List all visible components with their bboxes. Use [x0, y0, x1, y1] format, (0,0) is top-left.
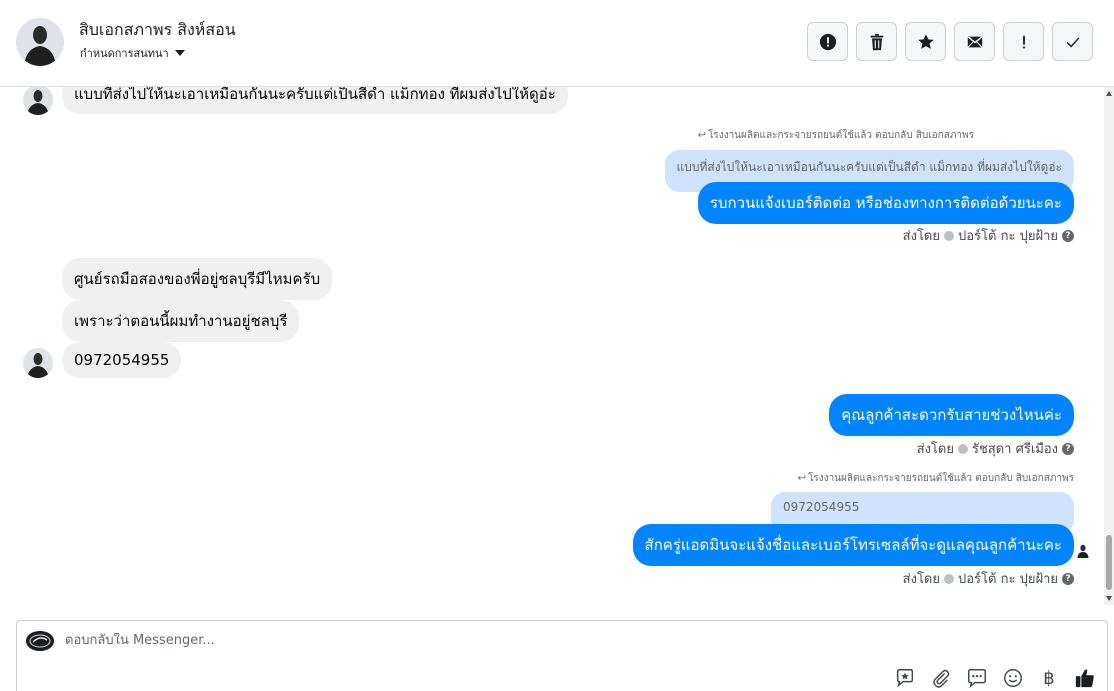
star-icon [917, 33, 934, 49]
quoted-text: 0972054955 [783, 500, 860, 514]
star-button[interactable] [905, 22, 946, 61]
sent-by: ส่งโดย ปอร์โต้ กะ ปุยฝ้าย ? [903, 225, 1074, 246]
reply-arrow-icon: ↩ [797, 473, 807, 484]
agent-name[interactable]: ปอร์โต้ กะ ปุยฝ้าย [958, 225, 1058, 246]
baht-icon: ฿ [1043, 667, 1055, 689]
incoming-message[interactable]: 0972054955 [62, 342, 182, 378]
saved-reply-icon [968, 669, 986, 689]
sent-by-label: ส่งโดย [916, 442, 954, 457]
attachment-icon [933, 669, 950, 688]
message-text: สักครู่แอดมินจะแจ้งชื่อและเบอร์โทรเซลล์ท… [644, 536, 1062, 554]
message-text: ศูนย์รถมือสองของพี่อยู่ชลบุรีมีไหมครับ [74, 270, 321, 288]
header-actions [807, 22, 1093, 61]
composer-tools: ฿ [893, 666, 1097, 690]
sent-by-label: ส่งโดย [902, 229, 940, 244]
like-icon [1075, 669, 1094, 688]
incoming-message[interactable]: เพราะว่าตอนนี้ผมทำงานอยู่ชลบุรี [62, 300, 300, 342]
scroll-down-arrow-icon[interactable] [1106, 596, 1112, 601]
agent-avatar-icon [944, 573, 954, 584]
alert-circle-icon [819, 33, 836, 50]
contact-avatar[interactable] [16, 18, 64, 66]
message-thread[interactable]: แบบที่ส่งไปให้นะเอาเหมือนกันนะครับแต่เป็… [0, 87, 1104, 605]
contact-avatar-small [23, 348, 53, 378]
help-icon[interactable]: ? [1062, 229, 1074, 242]
scroll-up-arrow-icon[interactable] [1106, 91, 1112, 96]
message-text: แบบที่ส่งไปให้นะเอาเหมือนกันนะครับแต่เป็… [74, 87, 556, 103]
check-icon [1066, 36, 1079, 48]
trash-icon [870, 33, 883, 50]
seen-avatar-icon [1077, 544, 1089, 558]
agent-name[interactable]: ปอร์โต้ กะ ปุยฝ้าย [958, 568, 1058, 589]
reply-input[interactable] [65, 633, 865, 648]
outgoing-message[interactable]: คุณลูกค้าสะดวกรับสายช่วงไหนค่ะ [829, 394, 1074, 436]
agent-avatar-icon [944, 230, 954, 241]
delete-button[interactable] [856, 22, 897, 61]
help-icon[interactable]: ? [1062, 572, 1074, 585]
sent-by: ส่งโดย รัชสุดา ศรีเมือง ? [917, 438, 1074, 459]
contact-name: สิบเอกสภาพร สิงห์สอน [79, 20, 236, 39]
incoming-message[interactable]: แบบที่ส่งไปให้นะเอาเหมือนกันนะครับแต่เป็… [62, 87, 568, 114]
page-logo [26, 631, 54, 651]
incoming-message[interactable]: ศูนย์รถมือสองของพี่อยู่ชลบุรีมีไหมครับ [62, 258, 333, 300]
agent-avatar-icon [957, 443, 968, 454]
payment-button[interactable]: ฿ [1037, 666, 1061, 690]
message-text: คุณลูกค้าสะดวกรับสายช่วงไหนค่ะ [841, 406, 1062, 424]
spam-button[interactable] [807, 22, 848, 61]
outgoing-message[interactable]: รบกวนแจ้งเบอร์ติดต่อ หรือช่องทางการติดต่… [697, 182, 1074, 224]
reply-meta: ↩ โรงงานผลิตและกระจายรถยนต์ใช้แล้ว ตอบกล… [698, 128, 974, 143]
envelope-icon [967, 36, 982, 47]
emoji-button[interactable] [1001, 666, 1025, 690]
reply-meta: ↩ โรงงานผลิตและกระจายรถยนต์ใช้แล้ว ตอบกล… [798, 471, 1074, 486]
caret-down-icon [174, 50, 185, 56]
message-text: 0972054955 [74, 351, 170, 369]
sticker-icon [896, 669, 914, 688]
outgoing-message[interactable]: สักครู่แอดมินจะแจ้งชื่อและเบอร์โทรเซลล์ท… [632, 524, 1074, 566]
important-button[interactable] [1003, 22, 1044, 61]
attach-button[interactable] [929, 666, 953, 690]
scrollbar[interactable] [1104, 87, 1114, 605]
help-icon[interactable]: ? [1062, 442, 1074, 455]
quoted-text: แบบที่ส่งไปให้นะเอาเหมือนกันนะครับแต่เป็… [676, 160, 1062, 174]
agent-name[interactable]: รัชสุดา ศรีเมือง [972, 438, 1058, 459]
message-composer: ฿ [16, 620, 1108, 691]
exclamation-icon [1022, 35, 1025, 48]
sent-by: ส่งโดย ปอร์โต้ กะ ปุยฝ้าย ? [903, 568, 1074, 589]
done-button[interactable] [1052, 22, 1093, 61]
scroll-thumb[interactable] [1106, 535, 1112, 590]
label-dropdown-text: กำหนดการสนทนา [80, 47, 169, 60]
conversation-header: สิบเอกสภาพร สิงห์สอน กำหนดการสนทนา [0, 0, 1114, 87]
message-text: เพราะว่าตอนนี้ผมทำงานอยู่ชลบุรี [74, 312, 288, 330]
label-dropdown[interactable]: กำหนดการสนทนา [80, 44, 185, 62]
reply-meta-text: โรงงานผลิตและกระจายรถยนต์ใช้แล้ว ตอบกลับ… [808, 473, 1074, 484]
mark-unread-button[interactable] [954, 22, 995, 61]
contact-avatar-small [23, 87, 53, 115]
reply-arrow-icon: ↩ [697, 130, 707, 141]
saved-replies-button[interactable] [965, 666, 989, 690]
sticker-button[interactable] [893, 666, 917, 690]
like-button[interactable] [1073, 666, 1097, 690]
sent-by-label: ส่งโดย [902, 572, 940, 587]
reply-meta-text: โรงงานผลิตและกระจายรถยนต์ใช้แล้ว ตอบกลับ… [708, 130, 974, 141]
message-text: รบกวนแจ้งเบอร์ติดต่อ หรือช่องทางการติดต่… [709, 194, 1062, 212]
emoji-icon [1004, 669, 1022, 687]
